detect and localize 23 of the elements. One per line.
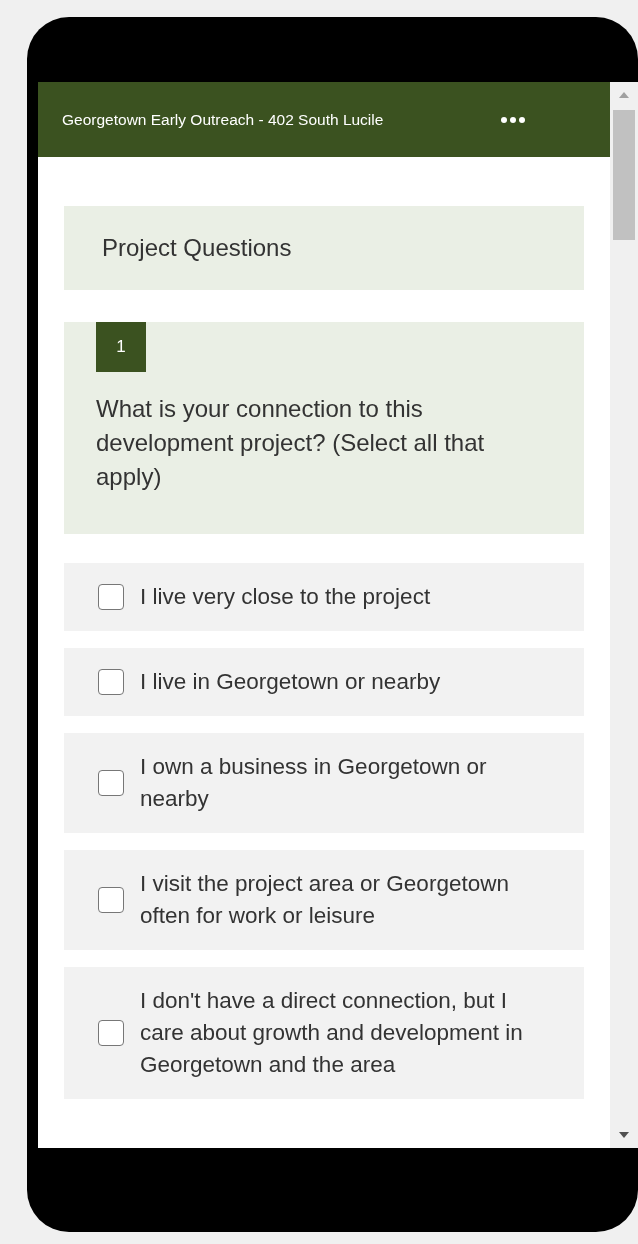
option-label: I visit the project area or Georgetown often for work or leisure [140,870,510,930]
scroll-thumb[interactable] [613,110,635,240]
answer-option[interactable]: I live very close to the project [64,563,584,631]
option-label: I don't have a direct connection, but I care about growth and development in Georgetown and the area [140,987,524,1079]
checkbox[interactable] [98,669,124,695]
question-number: 1 [96,322,146,372]
option-label: I live very close to the project [140,583,431,611]
answer-option[interactable]: I own a business in Georgetown or nearby [64,733,584,833]
option-label: I live in Georgetown or nearby [140,668,441,696]
checkbox[interactable] [98,887,124,913]
checkbox[interactable] [98,1020,124,1046]
section-title: Project Questions [102,234,292,262]
option-label: I own a business in Georgetown or nearby [140,753,488,813]
scroll-down-icon[interactable] [619,1132,629,1138]
checkbox[interactable] [98,770,124,796]
question-text: What is your connection to this development project? (Select all that apply) [96,394,486,492]
scroll-up-icon[interactable] [619,92,629,98]
checkbox[interactable] [98,584,124,610]
more-icon[interactable] [500,115,526,124]
answer-option[interactable]: I don't have a direct connection, but I care about growth and development in Georgetown and the area [64,967,584,1099]
answer-option[interactable]: I visit the project area or Georgetown often for work or leisure [64,850,584,950]
answer-option[interactable]: I live in Georgetown or nearby [64,648,584,716]
form-title: Georgetown Early Outreach - 402 South Lucile [62,110,385,129]
